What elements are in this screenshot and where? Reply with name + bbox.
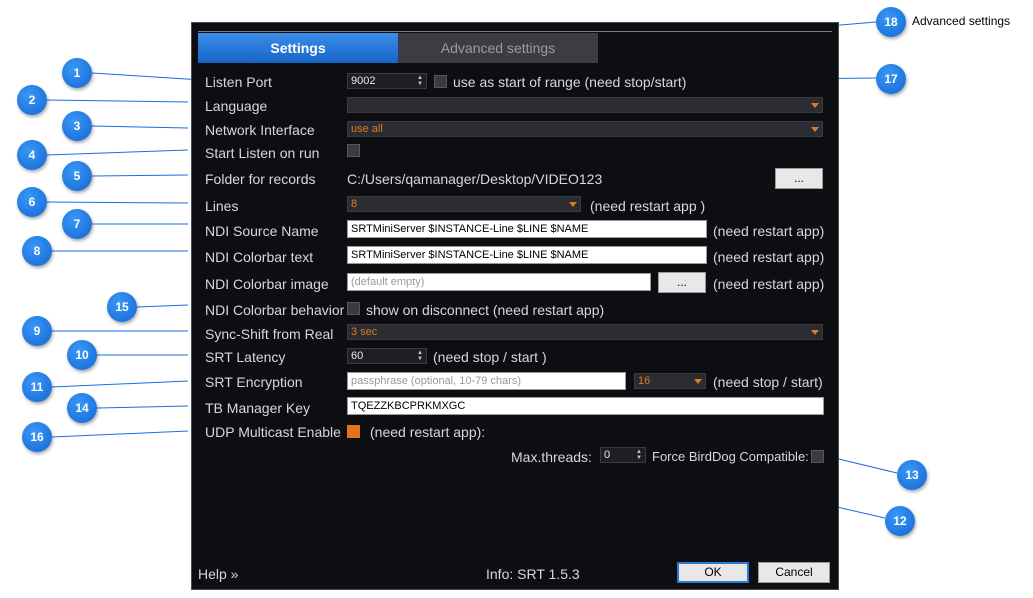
info-version: Info: SRT 1.5.3	[486, 566, 580, 582]
chevron-down-icon	[569, 202, 577, 207]
max-threads-value: 0	[604, 449, 611, 461]
listen-port-spinner[interactable]: 9002 ▲ ▼	[347, 73, 427, 89]
srt-key-length-select[interactable]: 16	[634, 373, 706, 389]
chevron-down-icon	[811, 103, 819, 108]
start-listen-label: Start Listen on run	[205, 145, 320, 161]
tab-bar-line	[198, 31, 832, 32]
language-select[interactable]	[347, 97, 823, 113]
network-interface-select[interactable]: use all	[347, 121, 823, 137]
chevron-down-icon	[694, 379, 702, 384]
callout-badge: 4	[17, 140, 47, 170]
callout-badge: 6	[17, 187, 47, 217]
language-label: Language	[205, 98, 268, 114]
callout-badge: 7	[62, 209, 92, 239]
srt-latency-note: (need stop / start )	[433, 349, 547, 365]
cancel-button[interactable]: Cancel	[758, 562, 830, 583]
ndi-colorbar-text-input[interactable]: SRTMiniServer $INSTANCE-Line $LINE $NAME	[347, 246, 707, 264]
srt-passphrase-input[interactable]: passphrase (optional, 10-79 chars)	[347, 372, 626, 390]
tb-manager-key-label: TB Manager Key	[205, 400, 311, 416]
tab-settings[interactable]: Settings	[198, 33, 398, 63]
network-interface-label: Network Interface	[205, 122, 315, 138]
spinner-arrows-icon[interactable]: ▲ ▼	[416, 75, 424, 87]
colorbar-image-browse-button[interactable]: ...	[658, 272, 706, 293]
lines-select[interactable]: 8	[347, 196, 581, 212]
callout-badge: 10	[67, 340, 97, 370]
settings-dialog: Settings Advanced settings Listen Port 9…	[191, 22, 839, 590]
callout-badge: 12	[885, 506, 915, 536]
listen-port-value: 9002	[351, 75, 376, 87]
callout-badge: 1	[62, 58, 92, 88]
ndi-colorbar-text-label: NDI Colorbar text	[205, 249, 314, 265]
colorbar-behavior-checkbox[interactable]	[347, 302, 360, 315]
ndi-colorbar-behavior-label: NDI Colorbar behavior	[205, 302, 345, 318]
ndi-source-name-note: (need restart app)	[713, 223, 825, 239]
udp-multicast-checkbox[interactable]	[347, 425, 360, 438]
callout-badge: 9	[22, 316, 52, 346]
ndi-source-name-input[interactable]: SRTMiniServer $INSTANCE-Line $LINE $NAME	[347, 220, 707, 238]
callout-18-label: Advanced settings	[912, 14, 1011, 28]
callout-badge: 18	[876, 7, 906, 37]
force-birddog-label: Force BirdDog Compatible:	[652, 449, 809, 464]
max-threads-label: Max.threads:	[511, 449, 592, 465]
range-start-checkbox[interactable]	[434, 75, 447, 88]
callout-badge: 8	[22, 236, 52, 266]
ndi-colorbar-image-input[interactable]: (default empty)	[347, 273, 651, 291]
callout-badge: 2	[17, 85, 47, 115]
lines-value: 8	[351, 198, 358, 210]
range-start-text: use as start of range (need stop/start)	[453, 74, 687, 90]
sync-shift-select[interactable]: 3 sec	[347, 324, 823, 340]
callout-badge: 3	[62, 111, 92, 141]
srt-encryption-label: SRT Encryption	[205, 374, 303, 390]
udp-multicast-note: (need restart app):	[370, 424, 486, 440]
folder-browse-button[interactable]: ...	[775, 168, 823, 189]
ndi-source-name-label: NDI Source Name	[205, 223, 319, 239]
lines-label: Lines	[205, 198, 239, 214]
spinner-arrows-icon[interactable]: ▲ ▼	[416, 350, 424, 362]
callout-badge: 11	[22, 372, 52, 402]
callout-badge: 5	[62, 161, 92, 191]
start-listen-checkbox[interactable]	[347, 144, 360, 157]
callout-badge: 17	[876, 64, 906, 94]
colorbar-behavior-text: show on disconnect (need restart app)	[366, 302, 605, 318]
udp-multicast-label: UDP Multicast Enable	[205, 424, 341, 440]
tb-manager-key-input[interactable]: TQEZZKBCPRKMXGC	[347, 397, 824, 415]
spinner-arrows-icon[interactable]: ▲ ▼	[635, 449, 643, 461]
srt-latency-label: SRT Latency	[205, 349, 286, 365]
lines-note: (need restart app )	[590, 198, 706, 214]
callout-badge: 14	[67, 393, 97, 423]
callout-badge: 15	[107, 292, 137, 322]
srt-encryption-note: (need stop / start)	[713, 374, 823, 390]
chevron-down-icon	[811, 330, 819, 335]
folder-records-label: Folder for records	[205, 171, 316, 187]
ok-button[interactable]: OK	[677, 562, 749, 583]
chevron-down-icon	[811, 127, 819, 132]
network-interface-value: use all	[351, 123, 383, 135]
max-threads-spinner[interactable]: 0 ▲ ▼	[600, 447, 646, 463]
tab-advanced-settings[interactable]: Advanced settings	[398, 33, 598, 63]
folder-records-path: C:/Users/qamanager/Desktop/VIDEO123	[347, 171, 603, 187]
callout-badge: 13	[897, 460, 927, 490]
ndi-colorbar-text-note: (need restart app)	[713, 249, 825, 265]
srt-key-length-value: 16	[638, 375, 651, 387]
sync-shift-value: 3 sec	[351, 326, 378, 338]
srt-latency-spinner[interactable]: 60 ▲ ▼	[347, 348, 427, 364]
force-birddog-checkbox[interactable]	[811, 450, 824, 463]
sync-shift-label: Sync-Shift from Real	[205, 326, 334, 342]
callout-badge: 16	[22, 422, 52, 452]
srt-latency-value: 60	[351, 350, 364, 362]
ndi-colorbar-image-note: (need restart app)	[713, 276, 825, 292]
help-link[interactable]: Help »	[198, 565, 238, 583]
ndi-colorbar-image-label: NDI Colorbar image	[205, 276, 329, 292]
listen-port-label: Listen Port	[205, 74, 272, 90]
